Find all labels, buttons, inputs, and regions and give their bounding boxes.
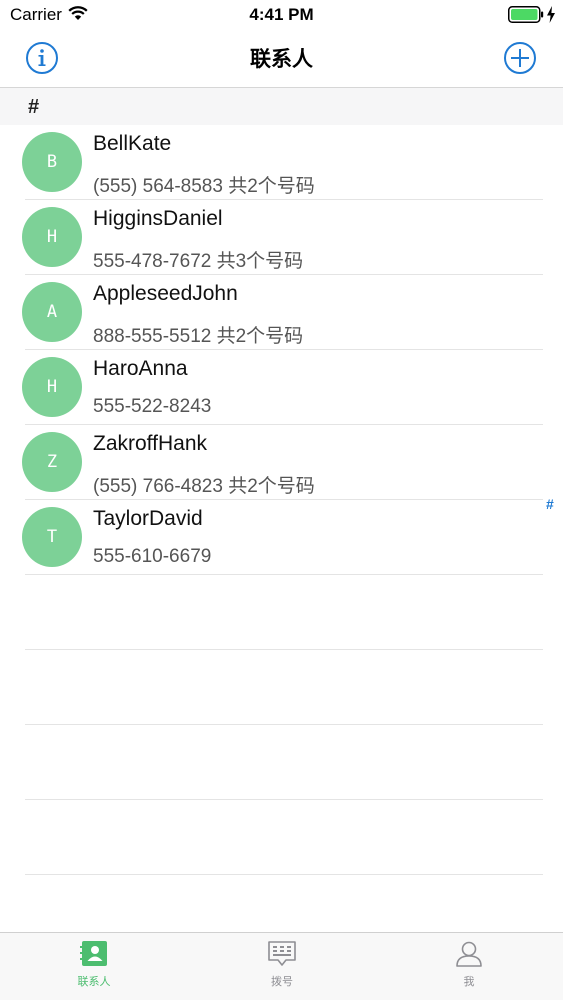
dialpad-icon	[268, 941, 296, 966]
contact-row[interactable]: T TaylorDavid 555-610-6679	[0, 500, 563, 575]
tab-contacts[interactable]: 联系人	[0, 933, 188, 1000]
tab-label: 我	[463, 976, 475, 988]
status-bar: Carrier 4:41 PM	[0, 0, 563, 30]
contact-phone: 555-610-6679	[93, 546, 212, 567]
contact-name: ZakroffHank	[93, 432, 207, 455]
section-header: #	[0, 88, 563, 125]
contacts-book-icon	[80, 941, 107, 966]
add-circle-icon[interactable]	[503, 41, 537, 75]
contacts-screen: Carrier 4:41 PM 联系人 # B BellKate (555) 5…	[0, 0, 563, 1000]
empty-rows	[0, 575, 563, 875]
charging-bolt-icon	[547, 6, 555, 23]
contact-list: B BellKate (555) 564-8583 共2个号码 H Higgin…	[0, 125, 563, 575]
contact-row[interactable]: H HigginsDaniel 555-478-7672 共3个号码	[0, 200, 563, 275]
empty-row	[0, 650, 563, 725]
contact-row[interactable]: Z ZakroffHank (555) 766-4823 共2个号码	[0, 425, 563, 500]
avatar: H	[22, 357, 82, 417]
contact-row[interactable]: A AppleseedJohn 888-555-5512 共2个号码	[0, 275, 563, 350]
avatar: H	[22, 207, 82, 267]
tab-me[interactable]: 我	[375, 933, 563, 1000]
contact-name: HigginsDaniel	[93, 207, 223, 230]
contact-name: BellKate	[93, 132, 172, 155]
avatar: B	[22, 132, 82, 192]
contact-name: HaroAnna	[93, 357, 188, 380]
contact-phone: 555-478-7672 共3个号码	[93, 251, 304, 272]
person-icon	[456, 941, 482, 967]
navigation-bar: 联系人	[0, 30, 563, 88]
tab-bar: 联系人 拨号 我	[0, 932, 563, 1000]
tab-dialpad[interactable]: 拨号	[188, 933, 376, 1000]
empty-row	[0, 800, 563, 875]
avatar: A	[22, 282, 82, 342]
contact-phone: 888-555-5512 共2个号码	[93, 326, 304, 347]
page-title: 联系人	[250, 48, 313, 71]
contact-row[interactable]: B BellKate (555) 564-8583 共2个号码	[0, 125, 563, 200]
contact-row[interactable]: H HaroAnna 555-522-8243	[0, 350, 563, 425]
avatar: T	[22, 507, 82, 567]
contact-phone: (555) 766-4823 共2个号码	[93, 476, 315, 497]
section-index-item[interactable]: #	[546, 496, 554, 512]
contact-phone: (555) 564-8583 共2个号码	[93, 176, 315, 197]
contact-phone: 555-522-8243	[93, 396, 212, 417]
contact-name: AppleseedJohn	[93, 282, 238, 305]
empty-row	[0, 725, 563, 800]
empty-row	[0, 575, 563, 650]
avatar: Z	[22, 432, 82, 492]
section-header-label: #	[28, 96, 40, 118]
tab-label: 拨号	[271, 976, 293, 988]
contact-name: TaylorDavid	[93, 507, 203, 530]
tab-label: 联系人	[77, 976, 111, 988]
status-time: 4:41 PM	[249, 5, 314, 24]
battery-icon	[508, 6, 544, 23]
